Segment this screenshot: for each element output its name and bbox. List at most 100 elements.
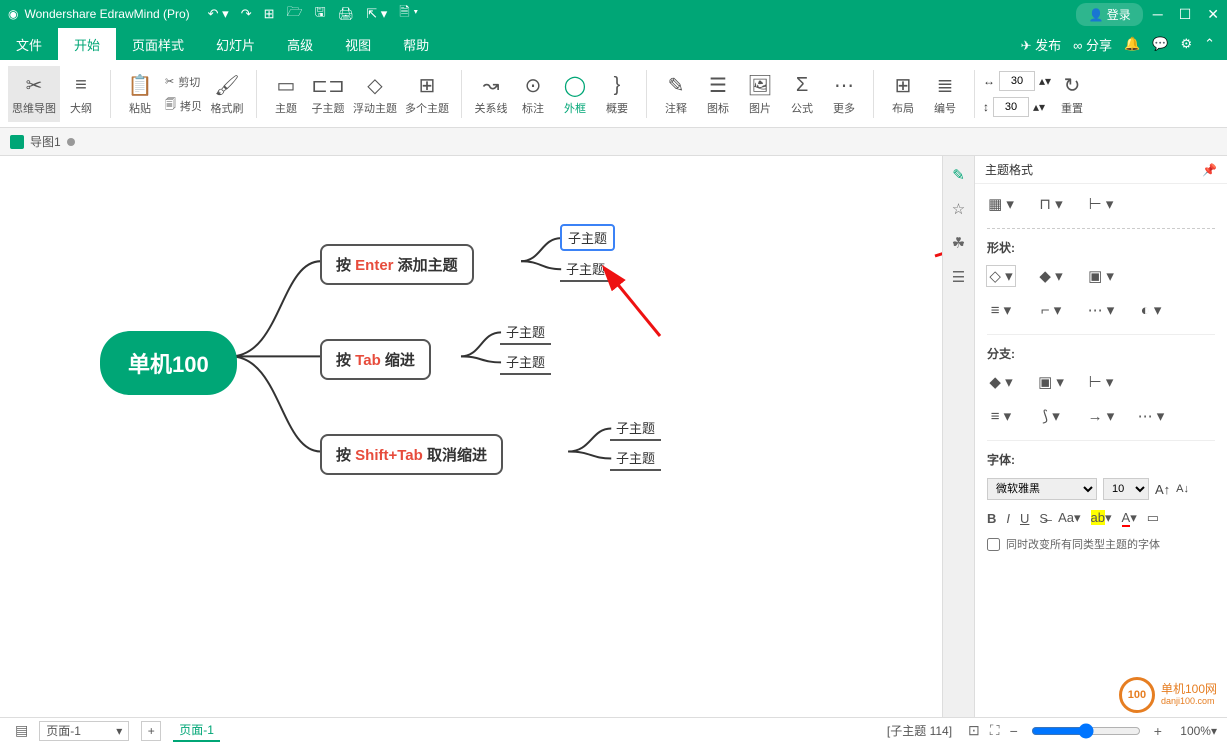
panel-pin-icon[interactable]: 📌 [1202, 163, 1217, 177]
page-selector[interactable]: 页面-1▾ [39, 721, 129, 741]
branch-arrow-icon[interactable]: → ▾ [1087, 406, 1115, 426]
shape-border-icon[interactable]: ▣ ▾ [1087, 266, 1115, 286]
zoom-out-icon[interactable]: − [1010, 723, 1018, 739]
redo-icon[interactable]: ↷ [241, 6, 252, 22]
tab-view[interactable]: 视图 [329, 28, 387, 60]
clear-format-button[interactable]: ▭ [1147, 510, 1159, 526]
canvas[interactable]: 单机100 按 Enter 添加主题 按 Tab 缩进 按 Shift+Tab … [0, 156, 942, 717]
feedback-icon[interactable]: 💬 [1152, 36, 1168, 52]
apply-all-checkbox-input[interactable] [987, 538, 1000, 551]
formula-button[interactable]: Σ公式 [781, 66, 823, 122]
format-painter-button[interactable]: 🖌格式刷 [206, 66, 248, 122]
topic-tab[interactable]: 按 Tab 缩进 [320, 339, 431, 380]
shadow-icon[interactable]: ◐ ▾ [1137, 300, 1165, 320]
bold-button[interactable]: B [987, 511, 996, 526]
paste-button[interactable]: 📋粘贴 [119, 66, 161, 122]
layout-button[interactable]: ⊞布局 [882, 66, 924, 122]
publish-button[interactable]: ✈ 发布 [1021, 35, 1062, 54]
theme-format-tab-icon[interactable]: ✎ [948, 164, 970, 186]
topic-enter[interactable]: 按 Enter 添加主题 [320, 244, 474, 285]
tab-slideshow[interactable]: 幻灯片 [200, 28, 271, 60]
new-icon[interactable]: ⊞ [264, 6, 275, 22]
layout-style-1-icon[interactable]: ▦ ▾ [987, 194, 1015, 214]
maximize-icon[interactable]: ☐ [1179, 6, 1192, 23]
notifications-icon[interactable]: 🔔 [1124, 36, 1140, 52]
cut-button[interactable]: ✂剪切 [161, 70, 206, 94]
export-icon[interactable]: ⇱ ▾ [366, 6, 387, 22]
branch-dash-icon[interactable]: ⋯ ▾ [1137, 406, 1165, 426]
mindmap-view-button[interactable]: ✂思维导图 [8, 66, 60, 122]
login-button[interactable]: 👤 登录 [1076, 3, 1142, 26]
collapse-ribbon-icon[interactable]: ⌃ [1204, 36, 1215, 52]
tab-help[interactable]: 帮助 [387, 28, 445, 60]
height-input[interactable] [993, 97, 1029, 117]
summary-button[interactable]: }概要 [596, 66, 638, 122]
font-decrease-icon[interactable]: A↓ [1176, 483, 1189, 495]
boundary-button[interactable]: ◯外框 [554, 66, 596, 122]
subtopic-2-1[interactable]: 子主题 [500, 320, 551, 345]
undo-icon[interactable]: ↶ ▾ [208, 6, 229, 22]
star-tab-icon[interactable]: ☆ [948, 198, 970, 220]
line-style-icon[interactable]: ≡ ▾ [987, 300, 1015, 320]
clover-tab-icon[interactable]: ☘ [948, 232, 970, 254]
width-input[interactable] [999, 71, 1035, 91]
floating-topic-button[interactable]: ◇浮动主题 [349, 66, 401, 122]
font-color-button[interactable]: A▾ [1122, 510, 1137, 526]
fullscreen-icon[interactable]: ⛶ [990, 722, 1000, 739]
corner-style-icon[interactable]: ⌐ ▾ [1037, 300, 1065, 320]
multi-topic-button[interactable]: ⊞多个主题 [401, 66, 453, 122]
apply-all-checkbox[interactable]: 同时改变所有同类型主题的字体 [987, 536, 1215, 552]
subtopic-3-2[interactable]: 子主题 [610, 446, 661, 471]
share-icon[interactable]: 🗎 ▾ [399, 3, 418, 25]
image-button[interactable]: 🖼图片 [739, 66, 781, 122]
page-list-icon[interactable]: ▤ [15, 722, 28, 739]
fit-view-icon[interactable]: ⊡ [968, 722, 980, 739]
font-increase-icon[interactable]: A↑ [1155, 482, 1170, 497]
copy-button[interactable]: 🗐拷贝 [161, 94, 206, 118]
close-icon[interactable]: ✕ [1207, 6, 1219, 23]
branch-curve-icon[interactable]: ⟆ ▾ [1037, 406, 1065, 426]
branch-border-icon[interactable]: ▣ ▾ [1037, 372, 1065, 392]
tab-file[interactable]: 文件 [0, 28, 58, 60]
more-button[interactable]: ⋯更多 [823, 66, 865, 122]
layout-style-2-icon[interactable]: ⊓ ▾ [1037, 194, 1065, 214]
branch-fill-icon[interactable]: ◆ ▾ [987, 372, 1015, 392]
shape-fill-icon[interactable]: ◇ ▾ [987, 266, 1015, 286]
page-tab[interactable]: 页面-1 [173, 719, 220, 742]
text-case-button[interactable]: Aa▾ [1058, 510, 1080, 526]
zoom-in-icon[interactable]: + [1154, 723, 1162, 739]
topic-button[interactable]: ▭主题 [265, 66, 307, 122]
add-page-button[interactable]: + [141, 721, 161, 741]
subtopic-1-1[interactable]: 子主题 [560, 224, 615, 251]
tab-page-style[interactable]: 页面样式 [116, 28, 200, 60]
branch-connector-icon[interactable]: ⊢ ▾ [1087, 372, 1115, 392]
minimize-icon[interactable]: ─ [1153, 6, 1163, 23]
underline-button[interactable]: U [1020, 511, 1029, 526]
doc-tab-1[interactable]: 导图1 [10, 133, 75, 150]
print-icon[interactable]: 🖨 [338, 6, 355, 22]
open-icon[interactable]: 🗁 [287, 3, 303, 25]
zoom-slider[interactable] [1031, 723, 1141, 739]
strike-button[interactable]: S̶ [1039, 511, 1048, 526]
comment-button[interactable]: ✎注释 [655, 66, 697, 122]
layout-style-3-icon[interactable]: ⊢ ▾ [1087, 194, 1115, 214]
font-family-select[interactable]: 微软雅黑 [987, 478, 1097, 500]
tab-start[interactable]: 开始 [58, 28, 116, 60]
zoom-dropdown-icon[interactable]: ▾ [1211, 724, 1217, 738]
save-icon[interactable]: 🖫 [315, 3, 326, 25]
tab-advanced[interactable]: 高级 [271, 28, 329, 60]
calendar-tab-icon[interactable]: ☰ [948, 266, 970, 288]
subtopic-1-2[interactable]: 子主题 [560, 257, 611, 282]
numbering-button[interactable]: ≣编号 [924, 66, 966, 122]
relation-button[interactable]: ↝关系线 [470, 66, 512, 122]
settings-icon[interactable]: ⚙ [1180, 36, 1192, 52]
icon-button[interactable]: ☰图标 [697, 66, 739, 122]
shape-color-icon[interactable]: ◆ ▾ [1037, 266, 1065, 286]
share-button[interactable]: ∞ 分享 [1073, 35, 1112, 54]
reset-button[interactable]: ↻重置 [1051, 66, 1093, 122]
subtopic-button[interactable]: ⊏⊐子主题 [307, 66, 349, 122]
width-stepper-icon[interactable]: ▴▾ [1039, 74, 1051, 88]
italic-button[interactable]: I [1006, 511, 1010, 526]
topic-shift-tab[interactable]: 按 Shift+Tab 取消缩进 [320, 434, 503, 475]
subtopic-2-2[interactable]: 子主题 [500, 350, 551, 375]
